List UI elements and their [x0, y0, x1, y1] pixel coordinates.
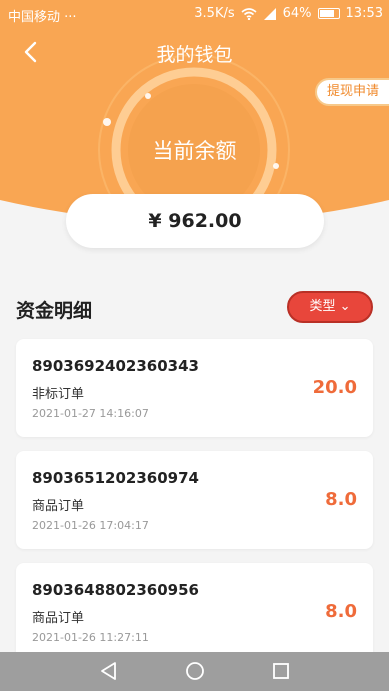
- order-amount: 8.0: [325, 489, 357, 510]
- transaction-card[interactable]: 8903692402360343 非标订单 2021-01-27 14:16:0…: [16, 339, 373, 437]
- withdraw-request-button[interactable]: 提现申请: [315, 78, 389, 106]
- order-type: 非标订单: [32, 387, 85, 402]
- nav-recent-icon[interactable]: [271, 661, 291, 681]
- section-title: 资金明细: [16, 300, 93, 322]
- balance-label: 当前余额: [152, 139, 237, 163]
- battery-icon: [317, 8, 340, 19]
- wifi-icon: [241, 7, 257, 20]
- nav-back-icon[interactable]: [98, 660, 120, 682]
- nav-bar: 我的钱包: [0, 30, 389, 74]
- transaction-card[interactable]: 8903648802360956 商品订单 2021-01-26 11:27:1…: [16, 563, 373, 661]
- order-time: 2021-01-27 14:16:07: [32, 407, 149, 420]
- order-number: 8903648802360956: [32, 581, 199, 599]
- status-bar: 中国移动 ··· 3.5K/s 64% 13:53: [0, 0, 389, 28]
- order-type: 商品订单: [32, 611, 85, 626]
- battery-percent: 64%: [282, 6, 312, 21]
- status-right: 3.5K/s 64% 13:53: [194, 6, 383, 21]
- page-title: 我的钱包: [156, 44, 233, 66]
- type-filter-button[interactable]: 类型 ⌄: [287, 291, 373, 323]
- carrier-text: 中国移动 ···: [8, 10, 77, 25]
- system-nav-bar: [0, 652, 389, 691]
- network-speed: 3.5K/s: [194, 6, 235, 21]
- order-time: 2021-01-26 11:27:11: [32, 631, 149, 644]
- order-time: 2021-01-26 17:04:17: [32, 519, 149, 532]
- order-type: 商品订单: [32, 499, 85, 514]
- signal-icon: [263, 7, 276, 20]
- order-number: 8903692402360343: [32, 357, 199, 375]
- transaction-card[interactable]: 8903651202360974 商品订单 2021-01-26 17:04:1…: [16, 451, 373, 549]
- order-number: 8903651202360974: [32, 469, 199, 487]
- nav-home-icon[interactable]: [184, 660, 206, 682]
- clock: 13:53: [345, 6, 383, 21]
- order-amount: 8.0: [325, 601, 357, 622]
- balance-value: ¥ 962.00: [66, 194, 324, 248]
- order-amount: 20.0: [312, 377, 357, 398]
